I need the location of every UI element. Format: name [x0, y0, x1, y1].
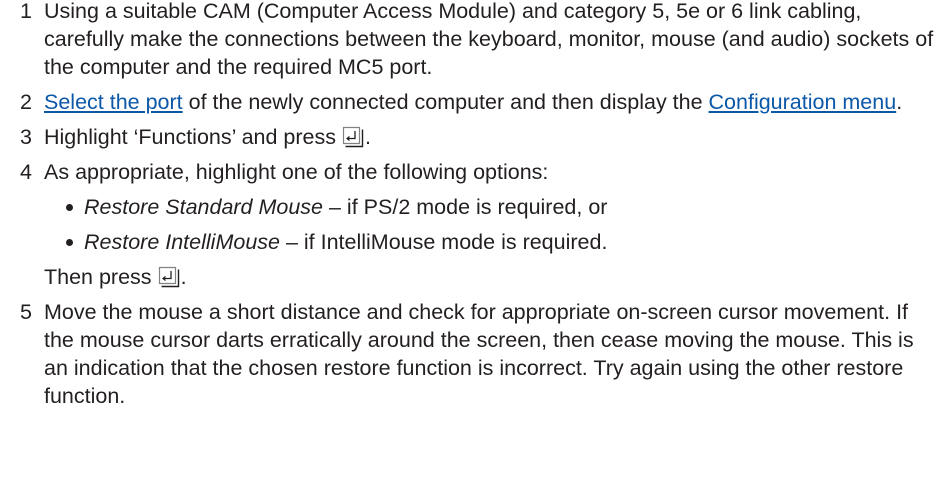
- step-text: Move the mouse a short distance and chec…: [44, 300, 914, 408]
- step-5: 5 Move the mouse a short distance and ch…: [0, 298, 937, 410]
- bullet-icon: [66, 204, 73, 211]
- enter-key-icon: [342, 126, 364, 148]
- enter-key-icon: [158, 266, 180, 288]
- select-port-link[interactable]: Select the port: [44, 90, 183, 114]
- step-2: 2 Select the port of the newly connected…: [0, 88, 937, 116]
- list-item: Restore IntelliMouse – if IntelliMouse m…: [44, 228, 937, 256]
- option-desc: – if PS/2 mode is required, or: [323, 195, 608, 219]
- step-then-end: .: [180, 265, 187, 289]
- step-text: Highlight ‘Functions’ and press.: [44, 123, 937, 151]
- step-then: Then press.: [44, 263, 937, 291]
- step-text-end: .: [896, 90, 903, 114]
- instructions-page: 1 Using a suitable CAM (Computer Access …: [0, 0, 937, 417]
- step-number: 4: [20, 160, 32, 184]
- list-item: Restore Standard Mouse – if PS/2 mode is…: [44, 193, 937, 221]
- option-name: Restore IntelliMouse: [84, 230, 280, 254]
- step-text-end: .: [365, 125, 371, 149]
- step-text: Select the port of the newly connected c…: [44, 88, 937, 116]
- step-4: 4 As appropriate, highlight one of the f…: [0, 158, 937, 291]
- options-list: Restore Standard Mouse – if PS/2 mode is…: [44, 193, 937, 256]
- step-text-mid: of the newly connected computer and then…: [182, 90, 709, 114]
- step-text: Using a suitable CAM (Computer Access Mo…: [44, 0, 934, 79]
- step-number: 2: [20, 90, 32, 114]
- step-1: 1 Using a suitable CAM (Computer Access …: [0, 0, 937, 81]
- step-text: As appropriate, highlight one of the fol…: [44, 160, 549, 184]
- step-number: 5: [20, 300, 32, 324]
- option-desc: – if IntelliMouse mode is required.: [279, 230, 608, 254]
- step-text-main: Highlight ‘Functions’ and press: [44, 125, 336, 149]
- step-then-text: Then press: [44, 265, 152, 289]
- configuration-menu-link[interactable]: Configuration menu: [709, 90, 897, 114]
- bullet-icon: [66, 239, 73, 246]
- step-3: 3 Highlight ‘Functions’ and press.: [0, 123, 937, 151]
- step-number: 3: [20, 125, 32, 149]
- step-number: 1: [20, 0, 32, 23]
- option-name: Restore Standard Mouse: [84, 195, 324, 219]
